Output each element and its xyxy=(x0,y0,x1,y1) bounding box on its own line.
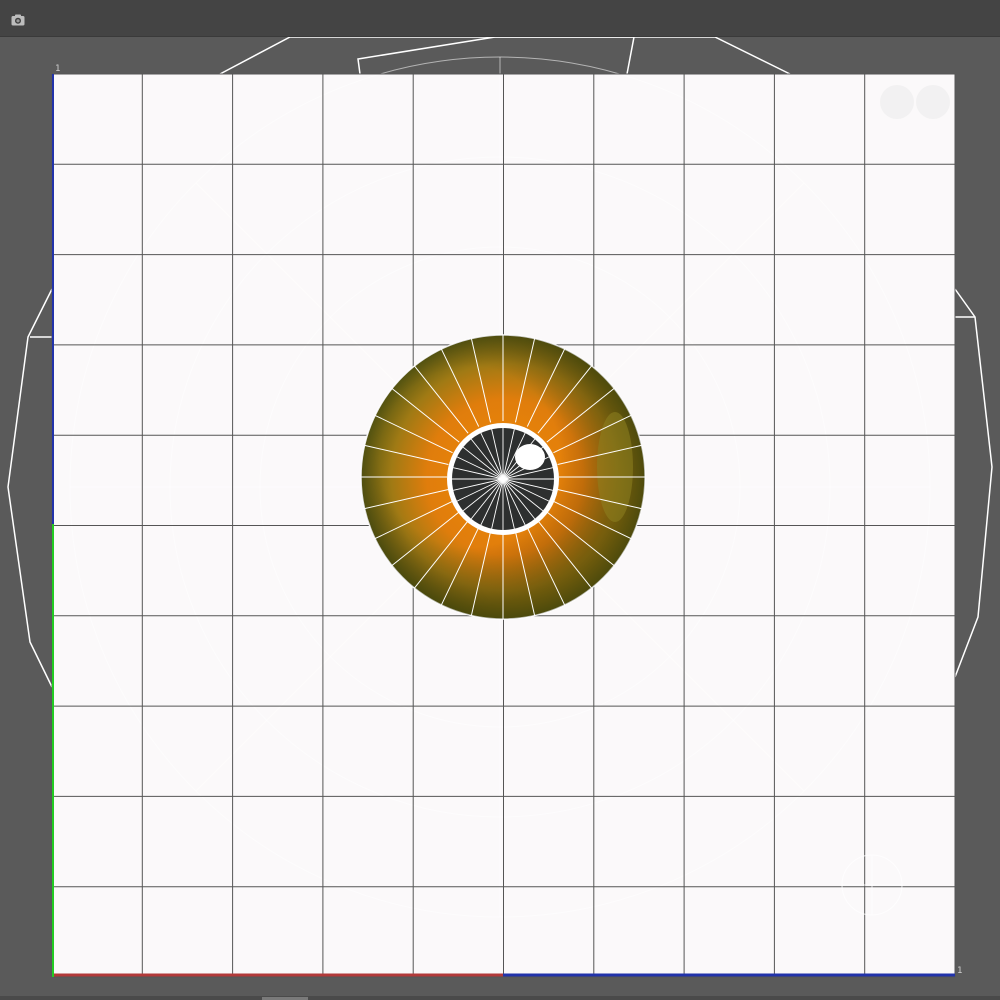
tile-label-top-left: 1 xyxy=(55,64,61,74)
uv-toolbar xyxy=(0,0,1000,37)
horizontal-scrollbar[interactable] xyxy=(0,996,1000,1000)
iris[interactable] xyxy=(360,334,646,620)
uv-viewport[interactable]: 1 1 xyxy=(0,37,1000,1000)
tile-label-bottom-right: 1 xyxy=(957,966,963,976)
nav-gizmo xyxy=(880,85,950,119)
uv-canvas[interactable] xyxy=(0,37,1000,1000)
manipulator-gizmo[interactable] xyxy=(841,854,903,916)
snapshot-button[interactable] xyxy=(8,11,28,29)
camera-icon xyxy=(11,14,25,26)
pupil-highlight xyxy=(515,444,545,470)
pan-gizmo-icon[interactable] xyxy=(916,85,950,119)
zoom-gizmo-icon[interactable] xyxy=(880,85,914,119)
